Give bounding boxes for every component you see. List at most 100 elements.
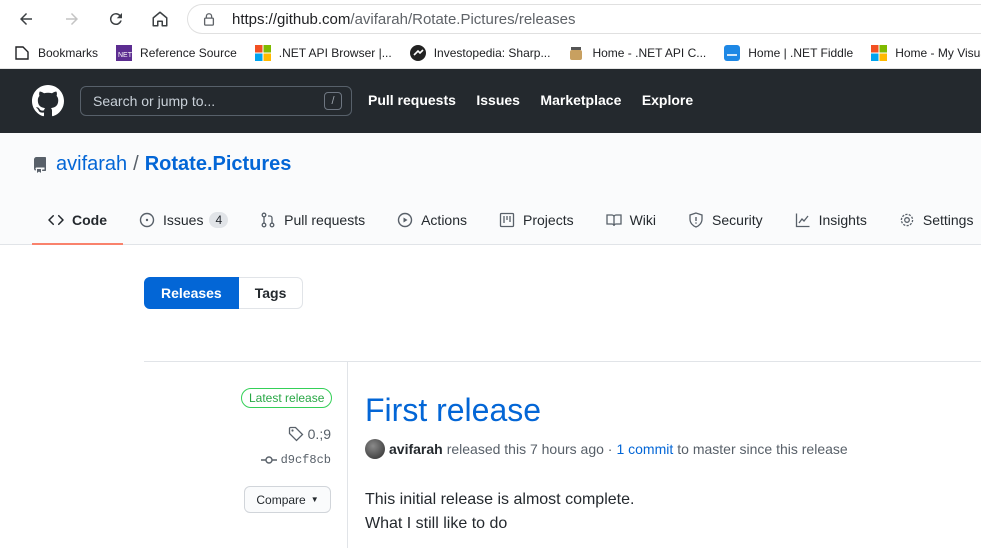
tab-actions[interactable]: Actions <box>381 195 483 245</box>
search-placeholder: Search or jump to... <box>93 93 216 109</box>
tab-label: Actions <box>421 212 468 228</box>
release-commit[interactable]: d9cf8cb <box>260 452 331 468</box>
pull-request-icon <box>261 212 275 228</box>
tab-label: Insights <box>818 212 867 228</box>
bookmark-home-net-api[interactable]: Home - .NET API C... <box>568 45 706 61</box>
jar-icon <box>570 46 583 60</box>
code-icon <box>48 214 64 226</box>
microsoft-icon <box>871 44 888 61</box>
tab-pull-requests[interactable]: Pull requests <box>244 195 381 245</box>
play-icon <box>397 212 413 228</box>
github-header: Search or jump to... / Pull requests Iss… <box>0 69 981 133</box>
tab-label: Issues <box>163 212 204 228</box>
release-divider <box>144 361 981 362</box>
tab-insights[interactable]: Insights <box>779 195 883 245</box>
release-title[interactable]: First release <box>365 392 541 429</box>
repo-name-link[interactable]: Rotate.Pictures <box>145 153 292 176</box>
issues-counter: 4 <box>209 212 229 228</box>
arrow-left-icon <box>20 13 32 25</box>
nav-explore[interactable]: Explore <box>642 92 693 108</box>
released-text: released this 7 hours ago · <box>446 441 613 457</box>
tab-label: Settings <box>922 212 974 228</box>
reload-button[interactable] <box>104 7 128 31</box>
latest-release-badge: Latest release <box>241 388 333 408</box>
microsoft-icon <box>254 44 271 61</box>
bookmark-net-api-browser[interactable]: .NET API Browser |... <box>254 44 392 61</box>
commit-icon <box>260 456 277 464</box>
graph-icon <box>795 213 810 228</box>
release-notes: This initial release is almost complete.… <box>365 488 634 536</box>
url-host: https://github.com <box>232 10 351 28</box>
avatar[interactable] <box>365 439 385 459</box>
fiddle-icon <box>724 44 741 61</box>
release-byline: avifarah released this 7 hours ago · 1 c… <box>365 439 848 459</box>
issue-icon <box>139 212 155 228</box>
releases-tab[interactable]: Releases <box>144 277 239 309</box>
tags-tab[interactable]: Tags <box>238 277 304 309</box>
search-input[interactable]: Search or jump to... / <box>80 86 352 116</box>
shield-icon <box>689 212 703 228</box>
tab-label: Wiki <box>629 212 657 228</box>
tab-label: Code <box>72 212 107 228</box>
book-icon <box>605 214 622 227</box>
reload-icon <box>109 13 122 26</box>
lock-icon <box>203 13 215 26</box>
home-icon <box>152 11 168 27</box>
tab-label: Pull requests <box>284 212 366 228</box>
search-shortcut-key: / <box>324 92 342 110</box>
github-logo-icon[interactable] <box>32 85 64 117</box>
svg-text:NET: NET <box>118 52 132 59</box>
bookmark-net-fiddle[interactable]: Home | .NET Fiddle <box>724 44 854 61</box>
repo-owner-link[interactable]: avifarah <box>56 153 127 176</box>
url-path: /avifarah/Rotate.Pictures/releases <box>350 10 576 28</box>
bookmark-label: .NET API Browser |... <box>278 45 392 60</box>
compare-label: Compare <box>256 492 306 507</box>
repo-title: avifarah / Rotate.Pictures <box>32 153 291 176</box>
bookmark-bookmarks[interactable]: Bookmarks <box>14 45 98 61</box>
bookmark-my-visual-studio[interactable]: Home - My Visual S... <box>871 44 981 61</box>
tab-settings[interactable]: Settings <box>883 195 981 245</box>
tag-icon <box>288 426 304 442</box>
forward-button[interactable] <box>60 7 84 31</box>
commit-sha: d9cf8cb <box>280 453 331 467</box>
tab-security[interactable]: Security <box>672 195 779 245</box>
tab-label: Security <box>712 212 763 228</box>
bookmark-folder-icon <box>15 45 29 60</box>
commit-count-link[interactable]: 1 commit <box>616 441 673 457</box>
repo-tabs: Code Issues 4 Pull requests Actions Proj… <box>32 195 981 245</box>
since-text: to master since this release <box>677 441 848 457</box>
gear-icon <box>900 213 914 227</box>
bookmark-label: Home | .NET Fiddle <box>748 45 854 60</box>
bookmark-reference-source[interactable]: NET Reference Source <box>116 44 237 61</box>
tab-issues[interactable]: Issues 4 <box>123 195 244 245</box>
home-button[interactable] <box>148 7 172 31</box>
tag-label: 0.;9 <box>307 426 331 442</box>
release-author[interactable]: avifarah <box>389 441 443 457</box>
tab-label: Projects <box>523 212 574 228</box>
nav-marketplace[interactable]: Marketplace <box>540 92 621 108</box>
arrow-right-icon <box>66 13 78 25</box>
release-notes-line: What I still like to do <box>365 515 508 532</box>
tab-projects[interactable]: Projects <box>483 195 590 245</box>
investopedia-icon <box>409 44 426 61</box>
project-icon <box>499 212 515 228</box>
repo-header: avifarah / Rotate.Pictures Code Issues 4… <box>0 133 981 245</box>
nav-pull-requests[interactable]: Pull requests <box>368 92 456 108</box>
nav-issues[interactable]: Issues <box>476 92 520 108</box>
bookmark-label: Home - .NET API C... <box>592 45 707 60</box>
bookmark-investopedia[interactable]: Investopedia: Sharp... <box>409 44 550 61</box>
bookmark-label: Home - My Visual S... <box>895 45 981 60</box>
tab-code[interactable]: Code <box>32 195 123 245</box>
releases-subnav: Releases Tags <box>144 277 304 309</box>
dotnet-icon: NET <box>116 44 133 61</box>
bookmark-label: Reference Source <box>140 45 237 60</box>
repo-icon <box>34 156 46 173</box>
compare-button[interactable]: Compare ▼ <box>244 486 331 513</box>
global-nav: Pull requests Issues Marketplace Explore <box>368 92 709 110</box>
address-bar[interactable]: https://github.com/avifarah/Rotate.Pictu… <box>187 4 981 34</box>
tab-wiki[interactable]: Wiki <box>590 195 672 245</box>
caret-down-icon: ▼ <box>310 495 319 504</box>
release-tag[interactable]: 0.;9 <box>288 426 331 442</box>
back-button[interactable] <box>14 7 38 31</box>
repo-separator: / <box>133 153 139 175</box>
